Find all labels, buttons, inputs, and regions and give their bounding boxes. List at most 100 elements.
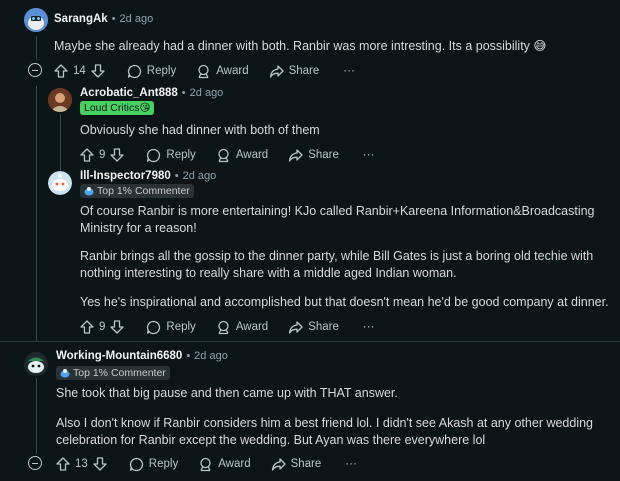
comment-paragraph: Also I don't know if Ranbir considers hi… — [56, 416, 594, 447]
downvote-icon[interactable] — [110, 320, 125, 334]
more-options-button[interactable]: ··· — [363, 321, 375, 333]
collapse-thread-button[interactable] — [28, 63, 42, 77]
reply-label: Reply — [148, 458, 179, 470]
award-label: Award — [216, 65, 249, 77]
vote-group: 14 — [54, 64, 105, 78]
chat-bubble-icon — [129, 457, 143, 471]
award-label: Award — [235, 149, 269, 161]
chat-bubble-icon — [127, 64, 141, 78]
more-icon: ··· — [345, 458, 357, 470]
comment-paragraph: Of course Ranbir is more entertaining! K… — [80, 204, 595, 235]
share-button[interactable]: Share — [288, 320, 339, 335]
avatar[interactable] — [48, 171, 72, 195]
thread-line[interactable] — [36, 86, 37, 341]
thread-line[interactable] — [36, 36, 37, 60]
vote-group: 9 — [80, 148, 125, 162]
separator-dot: • — [111, 13, 116, 25]
downvote-icon[interactable] — [110, 148, 125, 162]
thread-line[interactable] — [60, 114, 61, 170]
flair-label: Loud Critics — [84, 102, 140, 114]
user-flair: Loud Critics😘 — [80, 101, 155, 115]
award-icon — [198, 64, 209, 78]
comment-timestamp[interactable]: 2d ago — [183, 170, 217, 182]
share-icon — [269, 64, 284, 78]
vote-count: 14 — [73, 65, 86, 77]
share-label: Share — [288, 65, 320, 77]
comment-body: Obviously she had dinner with both of th… — [80, 123, 320, 137]
share-label: Share — [308, 149, 339, 161]
contributor-badge-icon — [84, 187, 94, 196]
award-icon — [200, 457, 211, 471]
more-icon: ··· — [362, 149, 375, 161]
comment-timestamp[interactable]: 2d ago — [194, 350, 228, 362]
separator-dot: • — [174, 170, 179, 182]
comment-author[interactable]: SarangAk — [54, 13, 108, 25]
reply-button[interactable]: Reply — [146, 148, 196, 163]
reply-label: Reply — [146, 65, 177, 77]
chat-bubble-icon — [147, 320, 161, 334]
more-icon: ··· — [362, 321, 375, 333]
share-button[interactable]: Share — [288, 148, 339, 163]
comment-timestamp[interactable]: 2d ago — [190, 87, 224, 99]
share-button[interactable]: Share — [269, 64, 320, 79]
share-label: Share — [290, 458, 322, 470]
reply-button[interactable]: Reply — [127, 64, 176, 79]
vote-group: 9 — [80, 320, 125, 334]
downvote-icon[interactable] — [91, 64, 105, 78]
avatar[interactable] — [24, 8, 48, 32]
vote-group: 13 — [56, 457, 107, 471]
comment-timestamp[interactable]: 2d ago — [120, 13, 154, 25]
award-label: Award — [235, 321, 269, 333]
award-button[interactable]: Award — [198, 457, 251, 472]
comment-paragraph: Yes he's inspirational and accomplished … — [80, 295, 609, 309]
thread-divider — [0, 341, 620, 342]
comment-author[interactable]: Ill-Inspector7980 — [80, 170, 171, 182]
upvote-icon[interactable] — [80, 148, 94, 162]
award-icon — [218, 320, 229, 334]
separator-dot: • — [181, 87, 186, 99]
user-avatar-icon — [48, 88, 72, 112]
flair-label: Top 1% Commenter — [73, 367, 166, 379]
thread-line[interactable] — [36, 378, 37, 454]
more-options-button[interactable]: ··· — [345, 458, 357, 470]
vote-count: 9 — [99, 321, 106, 333]
share-icon — [271, 457, 286, 471]
chat-bubble-icon — [147, 148, 161, 162]
reply-button[interactable]: Reply — [146, 320, 196, 335]
comment-author[interactable]: Acrobatic_Ant888 — [80, 87, 178, 99]
share-icon — [289, 320, 303, 334]
award-button[interactable]: Award — [216, 320, 268, 335]
separator-dot: • — [186, 350, 191, 362]
collapse-thread-button[interactable] — [28, 456, 42, 470]
reply-label: Reply — [166, 149, 196, 161]
snoo-avatar-icon — [24, 352, 48, 376]
comment-paragraph: Ranbir brings all the gossip to the dinn… — [80, 249, 594, 280]
upvote-icon[interactable] — [54, 64, 68, 78]
reply-label: Reply — [166, 321, 196, 333]
user-flair: Top 1% Commenter — [80, 184, 194, 198]
vote-count: 9 — [99, 149, 106, 161]
more-options-button[interactable]: ··· — [363, 149, 375, 161]
share-button[interactable]: Share — [271, 457, 322, 472]
share-icon — [289, 148, 303, 162]
upvote-icon[interactable] — [80, 320, 94, 334]
snoo-avatar-icon — [48, 171, 72, 195]
share-label: Share — [308, 321, 339, 333]
comment-author[interactable]: Working-Mountain6680 — [56, 350, 182, 362]
upvote-icon[interactable] — [56, 457, 70, 471]
contributor-badge-icon — [60, 369, 70, 378]
award-button[interactable]: Award — [196, 64, 249, 79]
comment-paragraph: She took that big pause and then came up… — [56, 386, 398, 400]
avatar[interactable] — [24, 352, 48, 376]
comment-body: Maybe she already had a dinner with both… — [54, 39, 547, 53]
award-button[interactable]: Award — [216, 148, 268, 163]
more-options-button[interactable]: ··· — [343, 65, 355, 77]
flair-label: Top 1% Commenter — [97, 185, 190, 197]
downvote-icon[interactable] — [93, 457, 107, 471]
reply-button[interactable]: Reply — [129, 457, 178, 472]
user-flair: Top 1% Commenter — [56, 366, 170, 380]
avatar[interactable] — [48, 88, 72, 112]
emoji-icon: 😘 — [139, 102, 151, 114]
more-icon: ··· — [343, 65, 355, 77]
vote-count: 13 — [75, 458, 88, 470]
